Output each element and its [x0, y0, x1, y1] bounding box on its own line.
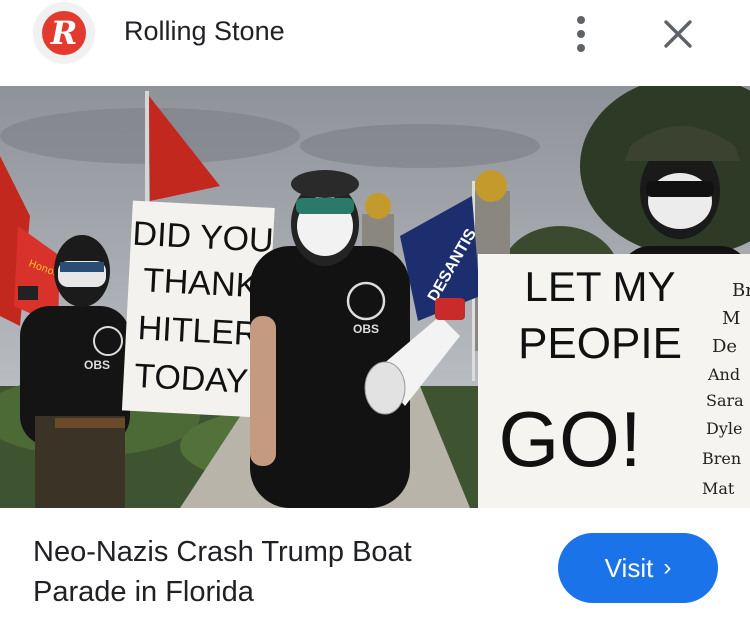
- source-name[interactable]: Rolling Stone: [124, 16, 285, 47]
- visit-label: Visit: [604, 552, 654, 583]
- close-icon[interactable]: [660, 16, 696, 52]
- svg-text:LET MY: LET MY: [525, 263, 676, 310]
- svg-text:Dyle: Dyle: [706, 419, 742, 438]
- shirt-text-left: OBS: [84, 358, 110, 372]
- svg-text:De: De: [712, 336, 737, 357]
- svg-text:DID YOU: DID YOU: [132, 215, 275, 260]
- sign-right: LET MY PEOPIE GO! Br M De And Sara Dyle …: [478, 254, 750, 508]
- rolling-stone-logo-icon: R: [42, 11, 86, 55]
- svg-text:HITLER: HITLER: [137, 309, 260, 353]
- svg-text:THANK: THANK: [142, 261, 259, 305]
- svg-text:PEOPIE: PEOPIE: [518, 319, 682, 368]
- source-logo[interactable]: R: [33, 2, 95, 64]
- chevron-right-icon: ›: [663, 554, 672, 581]
- svg-text:GO!: GO!: [498, 395, 641, 483]
- svg-text:M: M: [722, 308, 740, 329]
- svg-text:And: And: [707, 365, 740, 384]
- svg-text:Br: Br: [732, 280, 750, 301]
- result-title[interactable]: Neo-Nazis Crash Trump Boat Parade in Flo…: [33, 532, 513, 612]
- shirt-text-center: OBS: [353, 322, 379, 336]
- svg-text:TODAY?: TODAY?: [133, 357, 268, 402]
- visit-button[interactable]: Visit ›: [558, 533, 718, 603]
- result-header: R Rolling Stone: [0, 0, 750, 86]
- more-vert-icon[interactable]: [566, 14, 596, 54]
- svg-text:Bren: Bren: [702, 449, 741, 468]
- result-image[interactable]: Honor DESANTIS OBS DID YOU THANK HITLER …: [0, 86, 750, 508]
- svg-text:Mat: Mat: [702, 479, 735, 498]
- svg-text:Sara: Sara: [706, 391, 744, 410]
